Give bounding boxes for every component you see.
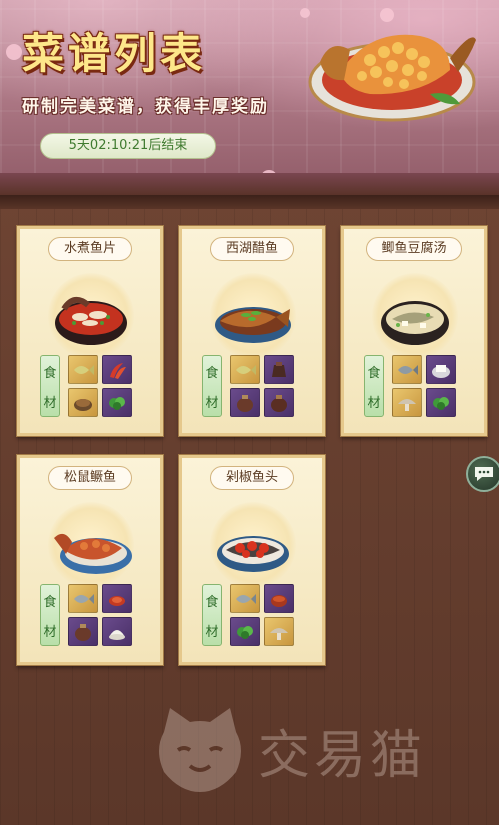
- event-timer: 5天02:10:21后结束: [40, 133, 216, 159]
- ingredient-slot[interactable]: [102, 617, 132, 646]
- fish-icon: [398, 364, 418, 375]
- ingredient-slot[interactable]: [264, 584, 294, 613]
- ingredient-slot[interactable]: [392, 355, 422, 384]
- ingredient-slot[interactable]: [102, 584, 132, 613]
- fish-icon: [74, 593, 94, 604]
- ingredient-slot[interactable]: [102, 355, 132, 384]
- blossom-decoration: [4, 176, 30, 188]
- ingredient-label-char: 食: [367, 365, 381, 381]
- ingredient-slot[interactable]: [264, 388, 294, 417]
- ingredient-slot[interactable]: [426, 355, 456, 384]
- squirrel-mandarin-fish-icon: [54, 533, 132, 574]
- wine-jar-icon: [75, 623, 91, 641]
- chopped-chili-fish-head-icon: [217, 536, 289, 572]
- ingredient-label-char: 材: [205, 624, 219, 640]
- ingredient-label-char: 食: [43, 594, 57, 610]
- ingredient-slot[interactable]: [264, 617, 294, 646]
- chili-icon: [110, 362, 126, 379]
- ingredient-label: 食 材: [40, 584, 60, 646]
- tofu-icon: [432, 364, 450, 378]
- blossom-decoration: [6, 44, 22, 60]
- mushroom-icon: [270, 627, 288, 640]
- mushroom-icon: [398, 398, 416, 411]
- ingredient-slot[interactable]: [230, 617, 260, 646]
- header-banner: 菜谱列表 研制完美菜谱，获得丰厚奖励 5天02:10:21后结束: [0, 0, 499, 195]
- recipe-name: 剁椒鱼头: [210, 466, 294, 490]
- ingredient-slot[interactable]: [392, 388, 422, 417]
- recipe-card-boiled-fish[interactable]: 水煮鱼片 食 材: [17, 226, 163, 436]
- ingredient-grid: [230, 355, 296, 417]
- greens-icon: [237, 625, 253, 639]
- ingredient-label-char: 食: [205, 594, 219, 610]
- watermark: 交易猫: [150, 700, 480, 800]
- ingredient-slot[interactable]: [68, 584, 98, 613]
- recipe-card-crucian-tofu-soup[interactable]: 鲫鱼豆腐汤 食 材: [341, 226, 487, 436]
- ingredient-slot[interactable]: [426, 388, 456, 417]
- ingredient-slot[interactable]: [68, 617, 98, 646]
- crucian-tofu-soup-icon: [381, 301, 449, 345]
- ingredient-label-char: 材: [205, 395, 219, 411]
- flour-icon: [109, 629, 125, 640]
- sauce-icon: [109, 595, 125, 606]
- fish-icon: [74, 364, 94, 375]
- wine-jar-icon: [237, 394, 253, 412]
- ingredient-label-char: 食: [205, 365, 219, 381]
- greens-icon: [433, 396, 449, 410]
- chat-button[interactable]: [466, 456, 499, 492]
- vinegar-jar-icon: [272, 361, 286, 377]
- ingredient-label: 食 材: [40, 355, 60, 417]
- fish-icon: [236, 364, 256, 375]
- page-subtitle: 研制完美菜谱，获得丰厚奖励: [22, 97, 269, 117]
- page-title: 菜谱列表: [22, 29, 207, 78]
- ingredient-slot[interactable]: [230, 584, 260, 613]
- hero-dish-icon: [308, 34, 476, 122]
- ingredient-label: 食 材: [202, 355, 222, 417]
- recipe-name: 松鼠鳜鱼: [48, 466, 132, 490]
- chat-bubble-icon: [475, 467, 493, 481]
- ingredient-label: 食 材: [364, 355, 384, 417]
- ingredient-slot[interactable]: [68, 355, 98, 384]
- fish-icon: [236, 593, 256, 604]
- ingredient-slot[interactable]: [230, 388, 260, 417]
- greens-icon: [109, 396, 125, 410]
- ingredient-slot[interactable]: [230, 355, 260, 384]
- recipe-card-squirrel-fish[interactable]: 松鼠鳜鱼 食 材: [17, 455, 163, 665]
- ingredient-slot[interactable]: [264, 355, 294, 384]
- ingredient-slot[interactable]: [68, 388, 98, 417]
- recipe-card-chili-fish-head[interactable]: 剁椒鱼头 食 材: [179, 455, 325, 665]
- ingredient-label-char: 材: [43, 395, 57, 411]
- recipe-name: 西湖醋鱼: [210, 237, 294, 261]
- ingredient-slot[interactable]: [102, 388, 132, 417]
- ingredient-grid: [68, 584, 134, 646]
- cat-logo-icon: [159, 708, 241, 792]
- west-lake-vinegar-fish-icon: [215, 307, 291, 343]
- recipe-name: 鲫鱼豆腐汤: [366, 237, 462, 261]
- recipe-card-west-lake-fish[interactable]: 西湖醋鱼 食 材: [179, 226, 325, 436]
- ingredient-grid: [392, 355, 458, 417]
- board-rail: [0, 195, 499, 209]
- blossom-decoration: [262, 170, 276, 180]
- ingredient-label-char: 材: [367, 395, 381, 411]
- boiled-fish-slices-icon: [55, 296, 127, 345]
- ingredient-grid: [68, 355, 134, 417]
- meat-bowl-icon: [74, 398, 92, 411]
- recipe-name: 水煮鱼片: [48, 237, 132, 261]
- ingredient-label-char: 材: [43, 624, 57, 640]
- ingredient-label-char: 食: [43, 365, 57, 381]
- chili-sauce-icon: [271, 594, 287, 607]
- wine-jar-icon: [271, 394, 287, 412]
- ingredient-label: 食 材: [202, 584, 222, 646]
- watermark-text: 交易猫: [258, 725, 427, 786]
- ingredient-grid: [230, 584, 296, 646]
